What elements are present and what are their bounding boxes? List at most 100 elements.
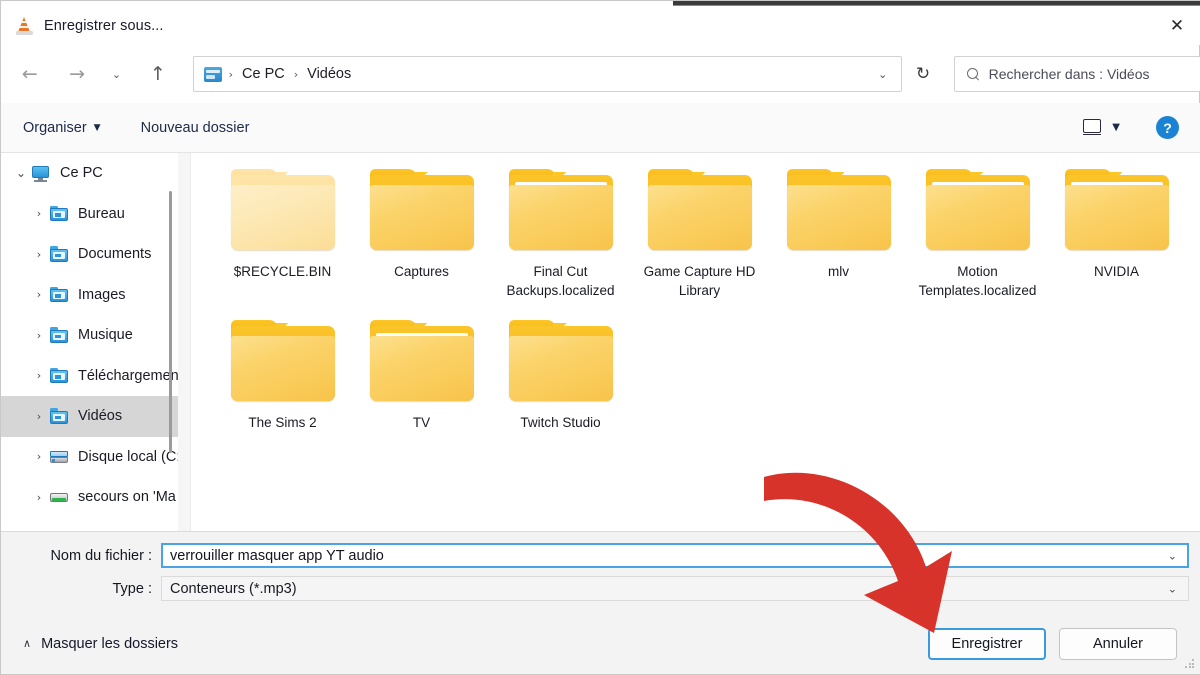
save-as-dialog-window: Enregistrer sous... ✕ ← → ⌄ ↑ › Ce PC › …	[0, 0, 1200, 675]
search-icon	[966, 67, 980, 81]
breadcrumb-item-ce-pc[interactable]: Ce PC	[240, 66, 287, 82]
chevron-down-icon[interactable]: ⌄	[878, 68, 887, 81]
folder-item[interactable]: The Sims 2	[213, 316, 352, 432]
folder-label: Captures	[394, 264, 449, 279]
chevron-right-icon[interactable]: ›	[29, 248, 49, 261]
chevron-down-icon[interactable]: ⌄	[1168, 582, 1177, 595]
chevron-right-icon[interactable]: ›	[29, 410, 49, 423]
filename-value: verrouiller masquer app YT audio	[170, 547, 384, 564]
sidebar-item-label: Ce PC	[60, 165, 103, 182]
folder-item[interactable]: $RECYCLE.BIN	[213, 165, 352, 300]
search-input[interactable]: Rechercher dans : Vidéos	[953, 56, 1200, 92]
chevron-right-icon[interactable]: ›	[29, 491, 49, 504]
sidebar-item-disque-local-c[interactable]: › Disque local (C:	[1, 437, 178, 478]
forward-icon[interactable]: →	[60, 57, 93, 91]
filetype-select[interactable]: Conteneurs (*.mp3) ⌄	[161, 576, 1189, 601]
filename-label: Nom du fichier :	[50, 547, 152, 564]
hide-folders-toggle[interactable]: ∧ Masquer les dossiers	[23, 636, 178, 652]
sidebar-item-t-l-chargemen[interactable]: › Téléchargemen	[1, 356, 178, 397]
chevron-down-icon: ▼	[93, 122, 101, 133]
sidebar-item-bureau[interactable]: › Bureau	[1, 194, 178, 235]
sidebar-scrollbar[interactable]	[169, 191, 172, 453]
folder-music-icon	[49, 327, 69, 344]
folder-icon	[368, 320, 476, 403]
resize-grip[interactable]	[1185, 659, 1196, 670]
address-bar-row: ← → ⌄ ↑ › Ce PC › Vidéos ⌄ ↻ Rechercher …	[1, 45, 1200, 103]
view-layout-icon[interactable]	[1081, 118, 1103, 137]
folder-label: Motion Templates.localized	[918, 264, 1037, 298]
sidebar-item-label: Disque local (C:	[78, 448, 178, 465]
breadcrumb-item-videos[interactable]: Vidéos	[305, 66, 353, 82]
chevron-right-icon[interactable]: ›	[29, 207, 49, 220]
folder-videos-icon	[49, 408, 69, 425]
new-folder-button[interactable]: Nouveau dossier	[141, 120, 250, 136]
file-list-pane[interactable]: $RECYCLE.BIN Captures Final Cut Backups.lo…	[191, 153, 1200, 531]
sidebar-item-images[interactable]: › Images	[1, 275, 178, 316]
organiser-button[interactable]: Organiser ▼	[23, 120, 101, 136]
chevron-down-icon[interactable]: ▼	[1112, 122, 1120, 133]
address-breadcrumb-bar[interactable]: › Ce PC › Vidéos ⌄	[192, 56, 903, 92]
sidebar-item-label: Images	[78, 286, 126, 303]
dialog-footer: ∧ Masquer les dossiers Enregistrer Annul…	[1, 613, 1200, 674]
title-bar-left: Enregistrer sous...	[1, 16, 164, 35]
folder-item[interactable]: Twitch Studio	[491, 316, 630, 432]
folder-item[interactable]: Game Capture HD Library	[630, 165, 769, 300]
chevron-right-icon[interactable]: ›	[29, 329, 49, 342]
save-button[interactable]: Enregistrer	[928, 627, 1046, 660]
sidebar-item-musique[interactable]: › Musique	[1, 315, 178, 356]
cancel-button[interactable]: Annuler	[1059, 627, 1177, 660]
filename-row: Nom du fichier : verrouiller masquer app…	[1, 543, 1189, 568]
folder-label: Game Capture HD Library	[643, 264, 756, 298]
folder-item[interactable]: Captures	[352, 165, 491, 300]
close-icon[interactable]: ✕	[1153, 6, 1200, 45]
folder-icon	[1063, 169, 1171, 252]
network-drive-icon	[49, 489, 69, 506]
chevron-down-icon[interactable]: ⌄	[11, 166, 31, 180]
folder-icon	[507, 169, 615, 252]
search-placeholder: Rechercher dans : Vidéos	[988, 66, 1150, 82]
window-title: Enregistrer sous...	[44, 17, 164, 34]
folder-item[interactable]: Final Cut Backups.localized	[491, 165, 630, 300]
filetype-value: Conteneurs (*.mp3)	[170, 580, 297, 597]
folder-desktop-icon	[49, 205, 69, 222]
refresh-icon[interactable]: ↻	[906, 57, 939, 91]
up-icon[interactable]: ↑	[141, 57, 174, 91]
folder-label: The Sims 2	[248, 415, 317, 430]
file-grid-row: The Sims 2 TV Twitch Studio	[213, 316, 1200, 432]
sidebar-item-vid-os[interactable]: › Vidéos	[1, 396, 178, 437]
sidebar-item-documents[interactable]: › Documents	[1, 234, 178, 275]
hide-folders-label: Masquer les dossiers	[41, 635, 179, 652]
sidebar-item-secours-on-ma[interactable]: › secours on 'Ma	[1, 477, 178, 518]
form-area: Nom du fichier : verrouiller masquer app…	[1, 531, 1200, 613]
folder-item[interactable]: mlv	[769, 165, 908, 300]
sidebar-item-label: Bureau	[78, 205, 125, 222]
folder-icon	[229, 320, 337, 403]
help-icon[interactable]: ?	[1156, 116, 1179, 139]
file-grid-row: $RECYCLE.BIN Captures Final Cut Backups.lo…	[213, 165, 1200, 300]
filename-input[interactable]: verrouiller masquer app YT audio ⌄	[161, 543, 1189, 568]
vlc-cone-icon	[15, 16, 34, 35]
sidebar-item-label: Documents	[78, 246, 152, 263]
breadcrumb-separator: ›	[293, 67, 299, 81]
sidebar-item-label: secours on 'Ma	[78, 489, 176, 506]
folder-item[interactable]: TV	[352, 316, 491, 432]
back-icon[interactable]: ←	[13, 57, 46, 91]
filetype-label: Type :	[112, 580, 153, 597]
folder-icon	[229, 169, 337, 252]
sidebar-item-ce-pc[interactable]: ⌄ Ce PC	[1, 153, 178, 194]
chevron-right-icon[interactable]: ›	[29, 288, 49, 301]
chevron-right-icon[interactable]: ›	[29, 369, 49, 382]
folder-item[interactable]: Motion Templates.localized	[908, 165, 1047, 300]
folder-item[interactable]: NVIDIA	[1047, 165, 1186, 300]
chevron-down-icon[interactable]: ⌄	[1168, 549, 1177, 562]
title-bar: Enregistrer sous... ✕	[1, 6, 1200, 45]
folder-documents-icon	[49, 246, 69, 263]
pane-splitter[interactable]	[178, 153, 191, 531]
folder-label: $RECYCLE.BIN	[233, 264, 332, 279]
chevron-right-icon[interactable]: ›	[29, 450, 49, 463]
folder-label: mlv	[828, 264, 849, 279]
sidebar-item-label: Vidéos	[78, 408, 123, 425]
chevron-down-icon[interactable]: ⌄	[104, 57, 130, 91]
toolbar-right-group: ▼ ?	[1081, 116, 1200, 139]
folder-downloads-icon	[49, 367, 69, 384]
